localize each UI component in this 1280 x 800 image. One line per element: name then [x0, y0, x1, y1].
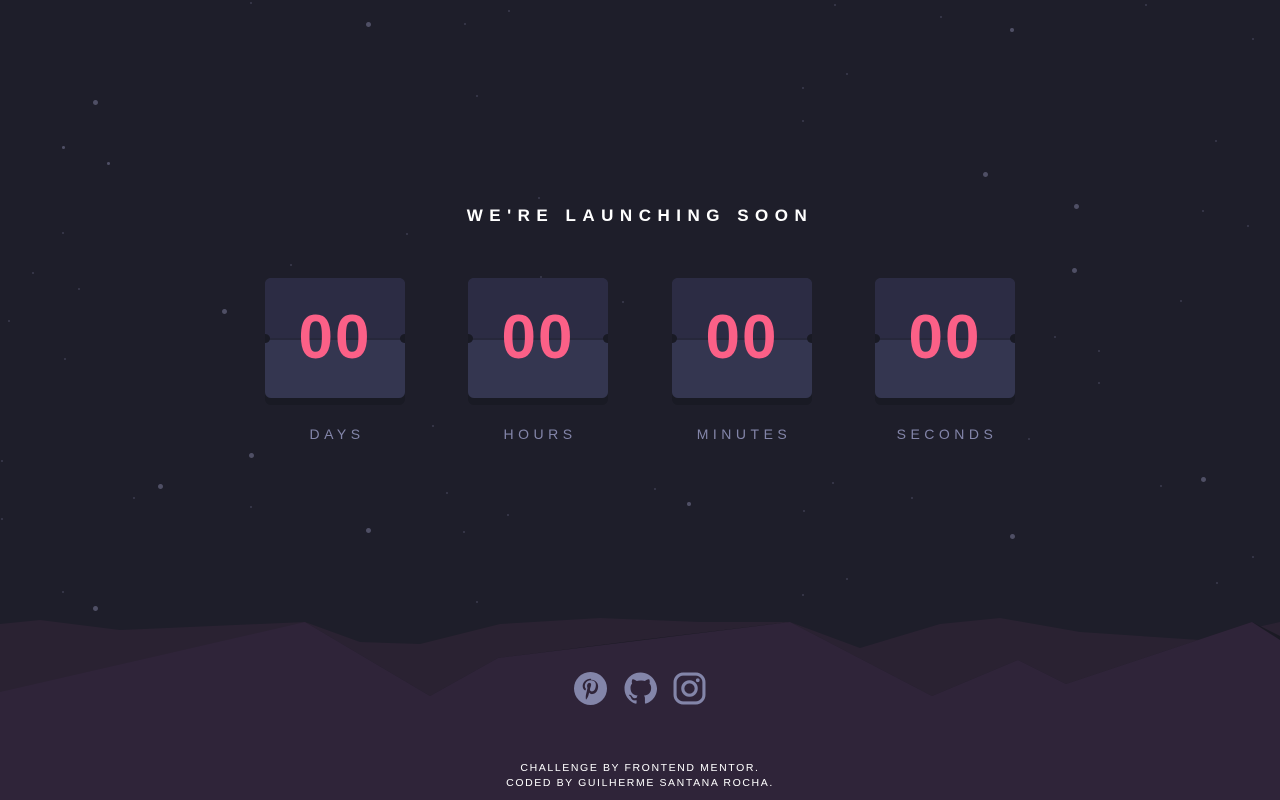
star: [93, 100, 98, 105]
star: [911, 497, 913, 499]
star: [846, 578, 848, 580]
countdown-unit-minutes: 00 MINUTES: [672, 278, 812, 442]
star: [1, 460, 3, 462]
star: [940, 16, 942, 18]
star: [1215, 140, 1217, 142]
star: [250, 506, 252, 508]
flip-card-seconds: 00: [875, 278, 1015, 398]
star: [1072, 268, 1077, 273]
social-links: [0, 672, 1280, 706]
star: [508, 10, 510, 12]
countdown-page: WE'RE LAUNCHING SOON 00 DAYS 00 HOURS 00…: [0, 0, 1280, 800]
days-label: DAYS: [309, 426, 365, 442]
star: [158, 484, 163, 489]
star: [1201, 477, 1206, 482]
minutes-value: 00: [705, 303, 779, 372]
star: [802, 594, 804, 596]
minutes-label: MINUTES: [696, 426, 792, 442]
star: [133, 497, 135, 499]
attribution-line-1: CHALLENGE BY FRONTEND MENTOR.: [520, 762, 760, 774]
star: [802, 87, 804, 89]
star: [446, 492, 448, 494]
star: [366, 22, 371, 27]
countdown-timer: 00 DAYS 00 HOURS 00 MINUTES 00 SECONDS: [0, 278, 1280, 458]
star: [62, 232, 64, 234]
page-title: WE'RE LAUNCHING SOON: [466, 206, 814, 225]
days-value: 00: [298, 303, 372, 372]
countdown-unit-seconds: 00 SECONDS: [875, 278, 1015, 442]
star: [1145, 4, 1147, 6]
pinterest-icon[interactable]: [574, 672, 608, 705]
flip-card-days: 00: [265, 278, 405, 398]
star: [1, 518, 3, 520]
countdown-unit-days: 00 DAYS: [265, 278, 405, 442]
star: [802, 120, 804, 122]
star: [476, 95, 478, 97]
star: [846, 73, 848, 75]
hours-value: 00: [501, 303, 575, 372]
star: [687, 502, 691, 506]
star: [1252, 556, 1254, 558]
star: [290, 264, 292, 266]
hours-label: HOURS: [503, 426, 577, 442]
star: [834, 4, 836, 6]
star: [983, 172, 988, 177]
flip-card-hours: 00: [468, 278, 608, 398]
star: [803, 510, 805, 512]
star: [463, 531, 465, 533]
star: [507, 514, 509, 516]
star: [366, 528, 371, 533]
star: [1216, 582, 1218, 584]
github-icon[interactable]: [624, 672, 657, 705]
seconds-value: 00: [908, 303, 982, 372]
attribution-line-2: CODED BY GUILHERME SANTANA ROCHA.: [506, 777, 774, 789]
star: [62, 146, 65, 149]
star: [654, 488, 656, 490]
star: [1160, 485, 1162, 487]
star: [538, 197, 540, 199]
star: [406, 233, 408, 235]
star: [1010, 28, 1014, 32]
attribution-footer: CHALLENGE BY FRONTEND MENTOR. CODED BY G…: [0, 761, 1280, 791]
star: [62, 591, 64, 593]
seconds-label: SECONDS: [896, 426, 998, 442]
star: [1252, 38, 1254, 40]
star: [250, 2, 252, 4]
star: [832, 482, 834, 484]
instagram-icon[interactable]: [673, 672, 706, 705]
star: [1010, 534, 1015, 539]
star: [32, 272, 34, 274]
flip-card-minutes: 00: [672, 278, 812, 398]
star: [464, 23, 466, 25]
star: [107, 162, 110, 165]
countdown-unit-hours: 00 HOURS: [468, 278, 608, 442]
